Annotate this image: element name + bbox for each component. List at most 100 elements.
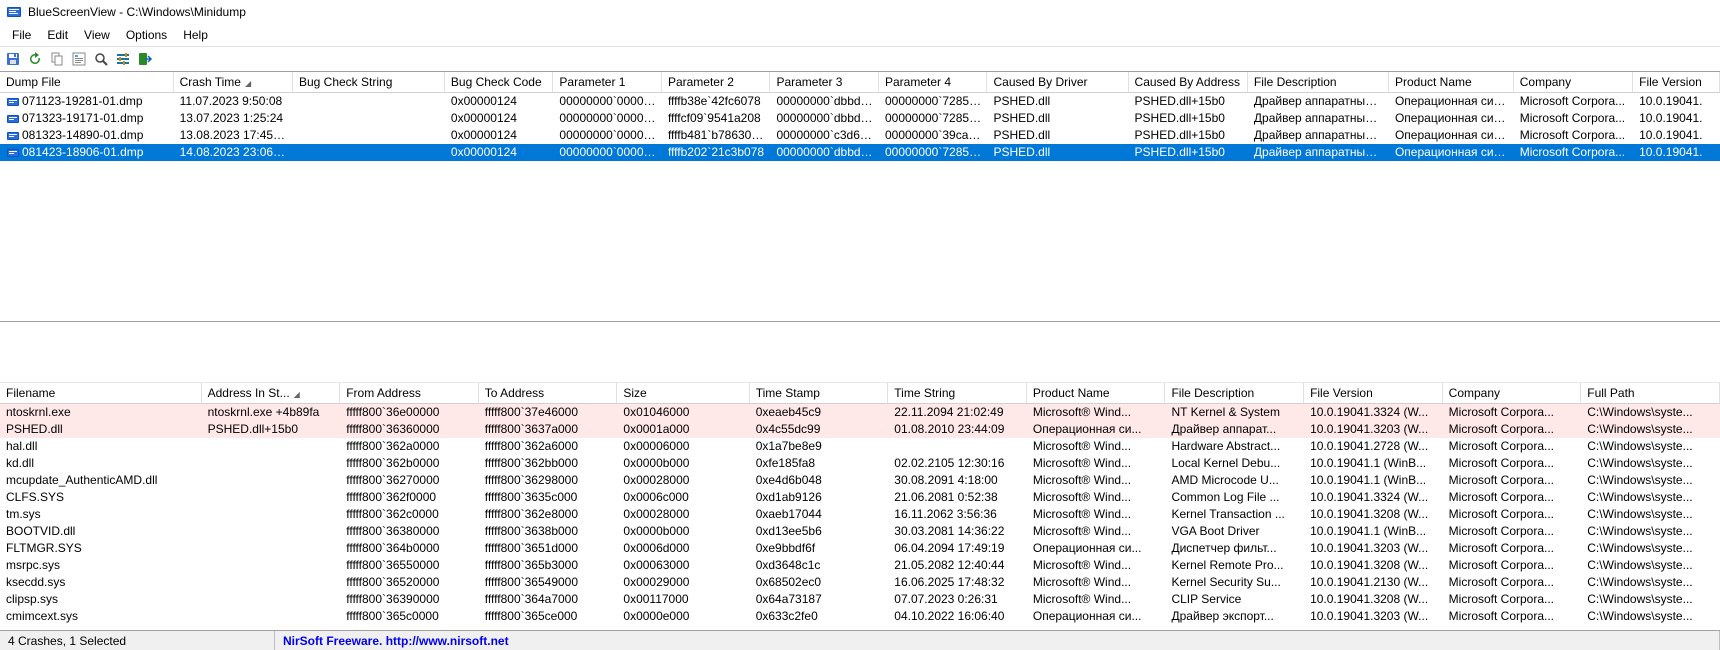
cell: Microsoft® Wind... [1027, 438, 1166, 455]
cell [202, 523, 341, 540]
save-icon[interactable] [4, 50, 22, 68]
table-row[interactable]: FLTMGR.SYSfffff800`364b0000fffff800`3651… [0, 540, 1720, 557]
column-header[interactable]: Size [617, 383, 749, 404]
column-header[interactable]: File Version [1304, 383, 1443, 404]
table-row[interactable]: mcupdate_AuthenticAMD.dllfffff800`362700… [0, 472, 1720, 489]
cell: ffffb38e`42fc6078 [662, 93, 771, 110]
column-header[interactable]: Bug Check String [293, 72, 445, 93]
menu-help[interactable]: Help [175, 26, 216, 44]
cell: C:\Windows\syste... [1581, 574, 1720, 591]
cell: fffff800`362f0000 [340, 489, 479, 506]
cell: 00000000`000000... [553, 127, 662, 144]
column-header[interactable]: Time String [888, 383, 1027, 404]
cell: 13.08.2023 17:45:17 [174, 127, 293, 144]
column-header[interactable]: Caused By Address [1129, 72, 1248, 93]
cell: 04.10.2022 16:06:40 [888, 608, 1027, 625]
exit-icon[interactable] [136, 50, 154, 68]
cell: Microsoft® Wind... [1027, 591, 1166, 608]
refresh-icon[interactable] [26, 50, 44, 68]
column-header[interactable]: Company [1443, 383, 1582, 404]
column-header[interactable]: Parameter 1 [553, 72, 662, 93]
cell: Microsoft Corpora... [1514, 93, 1633, 110]
cell [293, 93, 445, 110]
cell: PSHED.dll+15b0 [202, 421, 341, 438]
table-row[interactable]: PSHED.dllPSHED.dll+15b0fffff800`36360000… [0, 421, 1720, 438]
cell: Hardware Abstract... [1165, 438, 1304, 455]
nirsoft-link[interactable]: NirSoft Freeware. http://www.nirsoft.net [283, 634, 509, 648]
table-row[interactable]: 071123-19281-01.dmp11.07.2023 9:50:080x0… [0, 93, 1720, 110]
menu-view[interactable]: View [76, 26, 118, 44]
cell: Microsoft Corpora... [1443, 421, 1582, 438]
table-row[interactable]: 081423-18906-01.dmp14.08.2023 23:06:340x… [0, 144, 1720, 161]
column-header[interactable]: Product Name [1389, 72, 1514, 93]
column-header[interactable]: Bug Check Code [445, 72, 554, 93]
column-header[interactable]: Caused By Driver [987, 72, 1128, 93]
cell: Microsoft Corpora... [1514, 144, 1633, 161]
column-header[interactable]: From Address [340, 383, 479, 404]
cell: 0x64a73187 [750, 591, 889, 608]
module-grid[interactable]: FilenameAddress In St...◢From AddressTo … [0, 383, 1720, 625]
column-header[interactable]: Parameter 4 [879, 72, 988, 93]
menu-file[interactable]: File [4, 26, 39, 44]
cell: PSHED.dll+15b0 [1129, 93, 1248, 110]
cell: 00000000`39ca85... [879, 127, 988, 144]
column-header[interactable]: Filename [0, 383, 202, 404]
cell: 02.02.2105 12:30:16 [888, 455, 1027, 472]
cell: 0x0000b000 [617, 455, 749, 472]
cell: 0xd1ab9126 [750, 489, 889, 506]
cell: 10.0.19041.1 (WinB... [1304, 455, 1443, 472]
cell: 21.05.2082 12:40:44 [888, 557, 1027, 574]
cell: Драйвер экспорт... [1165, 608, 1304, 625]
table-row[interactable]: CLFS.SYSfffff800`362f0000fffff800`3635c0… [0, 489, 1720, 506]
column-header[interactable]: Crash Time◢ [174, 72, 293, 93]
menu-edit[interactable]: Edit [39, 26, 76, 44]
table-row[interactable]: kd.dllfffff800`362b0000fffff800`362bb000… [0, 455, 1720, 472]
cell: Microsoft Corpora... [1443, 472, 1582, 489]
column-header[interactable]: File Description [1248, 72, 1389, 93]
table-row[interactable]: ntoskrnl.exentoskrnl.exe +4b89fafffff800… [0, 404, 1720, 421]
table-row[interactable]: BOOTVID.dllfffff800`36380000fffff800`363… [0, 523, 1720, 540]
cell: 0xfe185fa8 [750, 455, 889, 472]
copy-icon[interactable] [48, 50, 66, 68]
cell: Операционная сист... [1389, 93, 1514, 110]
find-icon[interactable] [92, 50, 110, 68]
table-row[interactable]: msrpc.sysfffff800`36550000fffff800`365b3… [0, 557, 1720, 574]
dump-grid[interactable]: Dump FileCrash Time◢Bug Check StringBug … [0, 72, 1720, 161]
column-header[interactable]: Company [1514, 72, 1633, 93]
table-row[interactable]: hal.dllfffff800`362a0000fffff800`362a600… [0, 438, 1720, 455]
menu-options[interactable]: Options [118, 26, 175, 44]
cell: C:\Windows\syste... [1581, 421, 1720, 438]
options-icon[interactable] [114, 50, 132, 68]
column-header[interactable]: Parameter 3 [770, 72, 879, 93]
table-row[interactable]: 071323-19171-01.dmp13.07.2023 1:25:240x0… [0, 110, 1720, 127]
cell: 00000000`dbbd1... [770, 144, 879, 161]
table-row[interactable]: tm.sysfffff800`362c0000fffff800`362e8000… [0, 506, 1720, 523]
column-header[interactable]: Parameter 2 [662, 72, 771, 93]
cell: BOOTVID.dll [0, 523, 202, 540]
column-header[interactable]: File Description [1165, 383, 1304, 404]
column-header[interactable]: File Version [1633, 72, 1720, 93]
table-row[interactable]: clipsp.sysfffff800`36390000fffff800`364a… [0, 591, 1720, 608]
row-icon [6, 113, 20, 125]
properties-icon[interactable] [70, 50, 88, 68]
table-row[interactable]: ksecdd.sysfffff800`36520000fffff800`3654… [0, 574, 1720, 591]
cell: fffff800`36e00000 [340, 404, 479, 421]
table-row[interactable]: cmimcext.sysfffff800`365c0000fffff800`36… [0, 608, 1720, 625]
column-header[interactable]: Product Name [1027, 383, 1166, 404]
column-header[interactable]: Address In St...◢ [202, 383, 341, 404]
column-header[interactable]: Time Stamp [750, 383, 889, 404]
cell: 0x68502ec0 [750, 574, 889, 591]
column-header[interactable]: To Address [479, 383, 618, 404]
table-row[interactable]: 081323-14890-01.dmp13.08.2023 17:45:170x… [0, 127, 1720, 144]
column-header[interactable]: Full Path [1581, 383, 1720, 404]
app-icon [6, 4, 22, 20]
module-list-pane: FilenameAddress In St...◢From AddressTo … [0, 382, 1720, 630]
cell: 00000000`728556... [879, 144, 988, 161]
column-header[interactable]: Dump File [0, 72, 174, 93]
cell: Microsoft Corpora... [1443, 591, 1582, 608]
cell: Microsoft Corpora... [1443, 540, 1582, 557]
cell: Local Kernel Debu... [1165, 455, 1304, 472]
cell: C:\Windows\syste... [1581, 489, 1720, 506]
cell: C:\Windows\syste... [1581, 455, 1720, 472]
cell: fffff800`36390000 [340, 591, 479, 608]
